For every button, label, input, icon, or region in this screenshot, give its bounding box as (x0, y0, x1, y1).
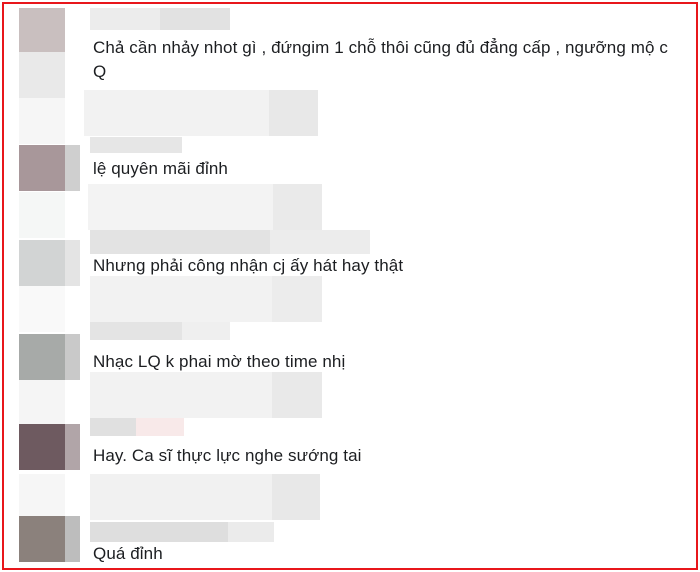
reply-blur (88, 184, 322, 230)
reply-blur (90, 276, 322, 322)
commenter-name-blurred[interactable] (90, 522, 274, 542)
commenter-name-blurred[interactable] (90, 230, 370, 254)
avatar-blur (19, 192, 65, 238)
reply-blur (84, 90, 318, 136)
comment-text: Chả cần nhảy nhot gì , đứngim 1 chỗ thôi… (93, 38, 668, 81)
avatar[interactable] (19, 334, 65, 380)
avatar-blur (19, 474, 65, 520)
comment-text: Nhưng phải công nhận cj ấy hát hay thật (93, 256, 404, 275)
comment-text: Quá đỉnh (93, 544, 163, 563)
avatar[interactable] (19, 424, 65, 470)
avatar-blur (65, 424, 80, 470)
comment-screenshot-frame: Chả cần nhảy nhot gì , đứngim 1 chỗ thôi… (2, 2, 698, 570)
avatar-blur (19, 286, 65, 332)
commenter-name-blurred[interactable] (90, 8, 230, 30)
avatar-blur (65, 516, 80, 562)
avatar-blur (65, 240, 80, 286)
avatar-blur (19, 98, 65, 144)
reply-blur (90, 372, 322, 418)
comment-text: Nhạc LQ k phai mờ theo time nhị (93, 352, 346, 371)
commenter-name-blurred[interactable] (90, 137, 182, 153)
avatar[interactable] (19, 8, 65, 54)
commenter-name-blurred[interactable] (90, 322, 230, 340)
comment-text: Hay. Ca sĩ thực lực nghe sướng tai (93, 446, 362, 465)
avatar-blur (19, 52, 65, 98)
avatar-blur (65, 334, 80, 380)
avatar-blur (19, 380, 65, 426)
avatar[interactable] (19, 145, 65, 191)
avatar[interactable] (19, 240, 65, 286)
comment-text: lệ quyên mãi đỉnh (93, 159, 228, 178)
reply-blur (90, 474, 320, 520)
avatar-blur (65, 145, 80, 191)
commenter-name-blurred[interactable] (90, 418, 184, 436)
avatar[interactable] (19, 516, 65, 562)
